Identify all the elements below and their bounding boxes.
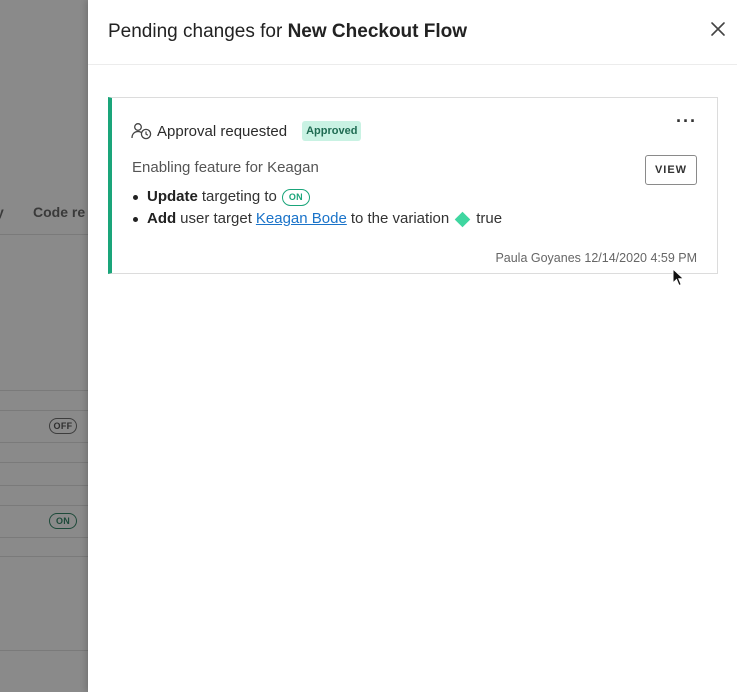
approval-request-card: Approval requested Approved ··· VIEW Ena… <box>108 97 718 274</box>
variation-value: true <box>476 210 503 227</box>
bg-column-header: Code re <box>33 204 86 220</box>
bg-divider <box>0 485 88 486</box>
card-meta: Paula Goyanes 12/14/2020 4:59 PM <box>495 251 697 265</box>
list-item: Update targeting to ON <box>132 186 502 208</box>
variation-diamond-icon <box>454 211 471 227</box>
user-clock-icon <box>131 123 152 140</box>
close-button[interactable] <box>709 20 727 38</box>
bg-divider <box>0 410 88 411</box>
change-suffix: to the variation <box>350 210 450 227</box>
bg-divider <box>0 234 88 235</box>
card-status-row: Approval requested Approved <box>131 121 362 141</box>
change-list: Update targeting to ON Add user target K… <box>132 186 503 230</box>
bg-toggle-on: ON <box>49 513 77 529</box>
change-text: targeting to <box>201 188 277 205</box>
mouse-cursor-icon <box>672 268 685 287</box>
bg-column-header: y <box>0 204 4 220</box>
panel-title: Pending changes for New Checkout Flow <box>108 21 467 43</box>
timestamp: 12/14/2020 4:59 PM <box>584 251 697 265</box>
bg-toggle-off: OFF <box>49 418 77 434</box>
change-action: Update <box>147 188 198 205</box>
pending-changes-panel: Pending changes for New Checkout Flow Ap… <box>88 0 737 692</box>
bg-divider <box>0 537 88 538</box>
bg-divider <box>0 462 88 463</box>
change-text: user target <box>180 210 252 227</box>
bg-divider <box>0 650 88 651</box>
bg-divider <box>0 556 88 557</box>
approval-status-label: Approval requested <box>157 122 288 140</box>
bg-divider <box>0 390 88 391</box>
modal-backdrop[interactable]: y Code re OFF ON <box>0 0 88 692</box>
user-target-link[interactable]: Keagan Bode <box>256 208 347 230</box>
close-icon[interactable] <box>709 20 727 38</box>
change-description: Enabling feature for Keagan <box>132 159 319 176</box>
panel-title-prefix: Pending changes for <box>108 21 283 42</box>
bg-divider <box>0 442 88 443</box>
list-item: Add user target Keagan Bode to the varia… <box>132 208 503 230</box>
view-button[interactable]: VIEW <box>645 155 697 185</box>
bg-divider <box>0 505 88 506</box>
approved-badge: Approved <box>302 121 362 141</box>
change-action: Add <box>147 210 177 227</box>
author-name: Paula Goyanes <box>495 251 581 265</box>
panel-title-flag: New Checkout Flow <box>287 21 468 42</box>
more-options-button[interactable]: ··· <box>676 112 697 130</box>
targeting-on-pill: ON <box>281 188 310 206</box>
panel-header: Pending changes for New Checkout Flow <box>88 0 737 65</box>
